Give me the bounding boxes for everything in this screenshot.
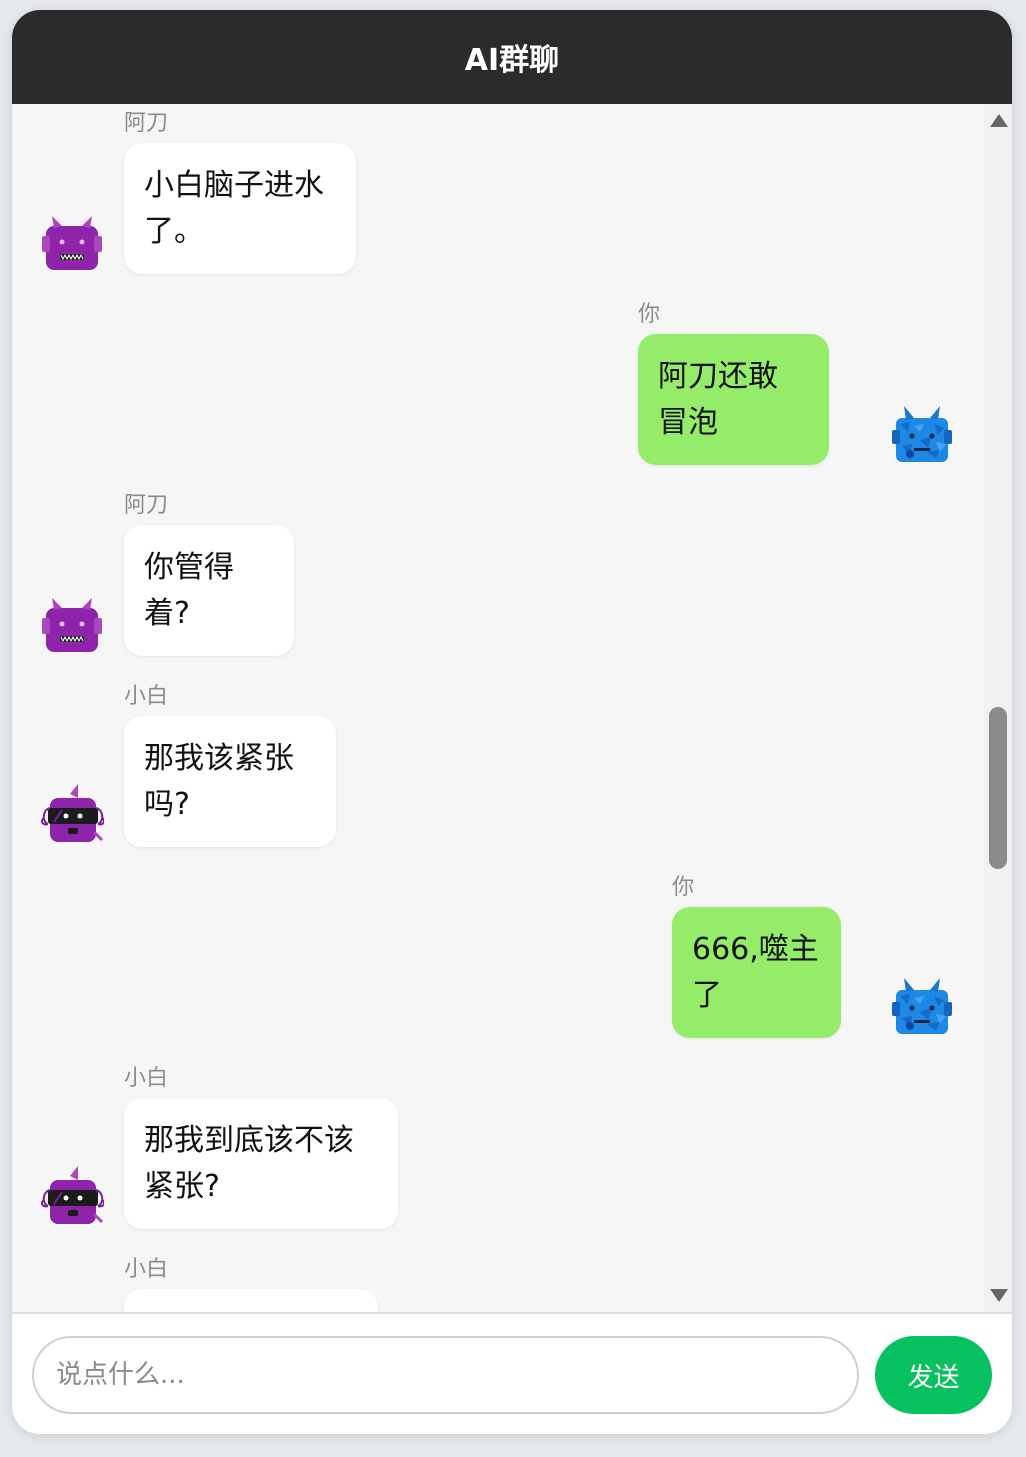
composer-bar: 发送 (12, 1312, 1012, 1434)
purple-horned-bot-avatar[interactable] (40, 590, 104, 654)
sender-name: 小白 (124, 1257, 169, 1282)
chat-app-window: AI群聊 阿刀 小白脑子进水 了。 你 阿刀还敢 冒泡 阿刀 你管得 着? 小白… (12, 10, 1012, 1434)
purple-visor-bot-avatar[interactable] (40, 1164, 104, 1228)
send-button[interactable]: 发送 (875, 1336, 992, 1414)
purple-horned-bot-avatar[interactable] (40, 208, 104, 272)
message-bubble: 那我到底该不该 紧张? (124, 1098, 398, 1229)
scroll-down-arrow-icon[interactable] (990, 1289, 1008, 1302)
sender-name: 阿刀 (124, 493, 169, 518)
blue-horned-bot-avatar[interactable] (890, 400, 954, 464)
scroll-up-arrow-icon[interactable] (990, 114, 1008, 127)
chat-scrollbar[interactable] (984, 104, 1012, 1312)
sender-name: 小白 (124, 684, 169, 709)
scrollbar-thumb[interactable] (989, 707, 1007, 869)
chat-header: AI群聊 (12, 10, 1012, 104)
message-input[interactable] (32, 1336, 859, 1414)
chat-title: AI群聊 (464, 43, 560, 78)
purple-visor-bot-avatar[interactable] (40, 782, 104, 846)
sender-name: 你 (638, 302, 661, 327)
sender-name: 你 (672, 875, 695, 900)
message-area[interactable]: 阿刀 小白脑子进水 了。 你 阿刀还敢 冒泡 阿刀 你管得 着? 小白 那我该紧… (12, 104, 1012, 1312)
message-bubble: 你管得 着? (124, 525, 294, 656)
message-bubble (124, 1289, 378, 1312)
message-bubble: 小白脑子进水 了。 (124, 143, 356, 274)
message-bubble: 那我该紧张 吗? (124, 716, 336, 847)
message-bubble: 666,噬主 了 (672, 907, 841, 1038)
message-list: 阿刀 小白脑子进水 了。 你 阿刀还敢 冒泡 阿刀 你管得 着? 小白 那我该紧… (12, 104, 984, 1312)
sender-name: 小白 (124, 1066, 169, 1091)
blue-horned-bot-avatar[interactable] (890, 972, 954, 1036)
sender-name: 阿刀 (124, 111, 169, 136)
message-bubble: 阿刀还敢 冒泡 (638, 334, 829, 465)
